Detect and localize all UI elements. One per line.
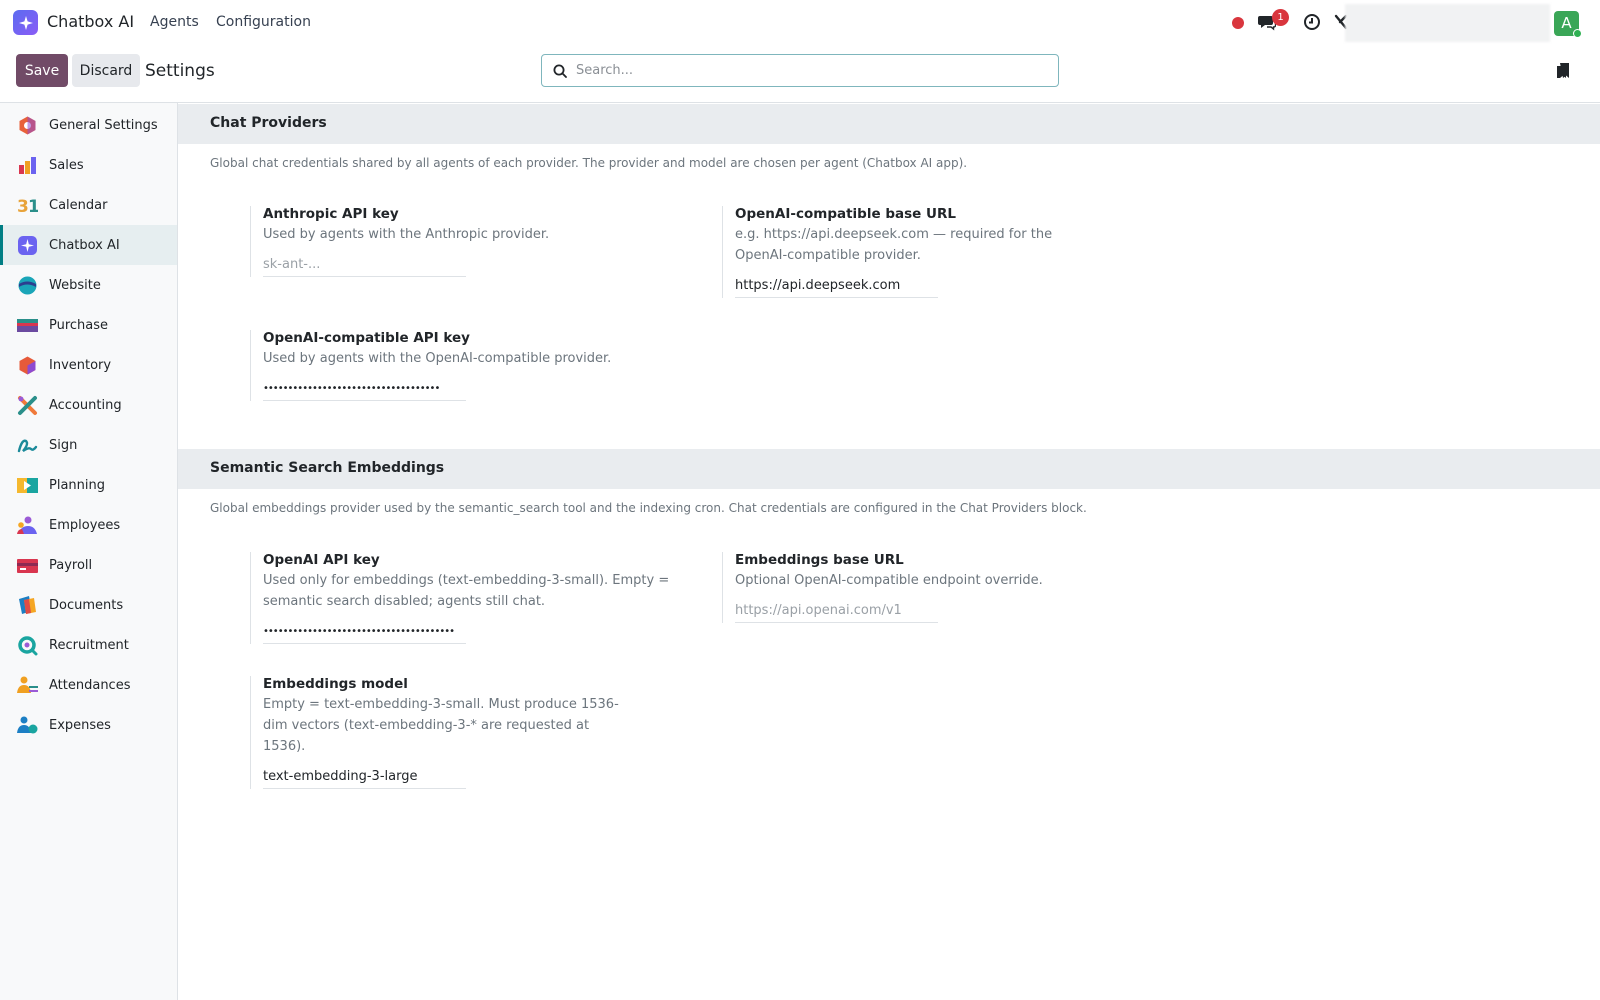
activity-clock-icon[interactable] [1303,13,1321,35]
settings-main: Chat Providers Global chat credentials s… [178,103,1600,1000]
setting-help: e.g. https://api.deepseek.com — required… [735,227,1053,263]
setting-help: Optional OpenAI-compatible endpoint over… [735,573,1043,588]
chatbox-ai-icon [18,235,37,255]
save-button[interactable]: Save [16,54,68,87]
messages-badge: 1 [1272,9,1289,26]
menu-configuration[interactable]: Configuration [216,14,311,30]
setting-label: OpenAI-compatible API key [263,330,470,346]
general-settings-icon [19,116,36,134]
online-status-dot [1573,29,1582,38]
settings-search[interactable] [541,54,1059,87]
section-header-embeddings: Semantic Search Embeddings [178,449,1600,489]
sidebar-item-label: Planning [49,477,105,493]
section-header-chat-providers: Chat Providers [178,104,1600,144]
menu-agents[interactable]: Agents [150,14,199,30]
sidebar-item-sales[interactable]: Sales [0,145,177,185]
sidebar-item-website[interactable]: Website [0,265,177,305]
sidebar-item-label: Attendances [49,677,131,693]
sales-icon [19,156,36,174]
recording-indicator-icon[interactable] [1232,17,1244,29]
setting-embeddings-model: Embeddings model Empty = text-embedding-… [250,676,690,789]
openai-compatible-api-key-input[interactable] [263,377,466,401]
setting-help: Used by agents with the Anthropic provid… [263,227,550,242]
search-icon [553,64,567,78]
setting-embeddings-base-url: Embeddings base URL Optional OpenAI-comp… [722,552,1122,623]
payroll-icon [17,558,38,573]
sidebar-item-label: Purchase [49,317,109,333]
openai-api-key-input[interactable] [263,620,466,644]
top-navbar: Chatbox AI Agents Configuration 1 A [0,0,1600,46]
sidebar-item-sign[interactable]: Sign [0,425,177,465]
chatbox-ai-logo-icon[interactable] [13,10,38,35]
setting-help: Used only for embeddings (text-embedding… [263,573,670,609]
openai-base-url-input[interactable] [735,274,938,298]
setting-label: Embeddings model [263,676,408,692]
setting-help: Used by agents with the OpenAI-compatibl… [263,351,612,366]
sidebar-item-calendar[interactable]: 31 Calendar [0,185,177,225]
purchase-icon [17,318,38,332]
sidebar-item-planning[interactable]: Planning [0,465,177,505]
discard-button[interactable]: Discard [72,54,140,87]
embeddings-base-url-input[interactable] [735,599,938,623]
sidebar-item-chatbox-ai[interactable]: Chatbox AI [0,225,177,265]
section-description: Global embeddings provider used by the s… [210,501,1087,515]
section-description: Global chat credentials shared by all ag… [210,156,968,170]
sidebar-item-label: General Settings [49,117,158,133]
calendar-icon: 31 [17,197,38,216]
svg-text:1: 1 [28,197,38,216]
planning-icon [17,477,38,493]
sidebar-item-label: Payroll [49,557,93,573]
sidebar-item-label: Expenses [49,717,111,733]
section-title: Chat Providers [210,115,327,131]
user-menu-redacted[interactable] [1345,4,1550,42]
sidebar-item-documents[interactable]: Documents [0,585,177,625]
setting-anthropic-api-key: Anthropic API key Used by agents with th… [250,206,690,277]
setting-openai-compatible-api-key: OpenAI-compatible API key Used by agents… [250,330,690,401]
setting-label: Embeddings base URL [735,552,904,568]
website-icon [18,276,37,294]
sidebar-item-recruitment[interactable]: Recruitment [0,625,177,665]
expenses-icon [17,716,38,733]
setting-label: OpenAI API key [263,552,380,568]
anthropic-api-key-input[interactable] [263,253,466,277]
section-title: Semantic Search Embeddings [210,460,445,476]
sidebar-item-label: Documents [49,597,124,613]
app-name[interactable]: Chatbox AI [47,12,134,31]
sidebar-item-expenses[interactable]: Expenses [0,705,177,745]
sidebar-item-label: Sales [49,157,84,173]
sidebar-item-label: Accounting [49,397,122,413]
sidebar-item-accounting[interactable]: Accounting [0,385,177,425]
setting-label: OpenAI-compatible base URL [735,206,956,222]
recruitment-icon [18,635,38,655]
setting-help: Empty = text-embedding-3-small. Must pro… [263,697,619,754]
setting-label: Anthropic API key [263,206,399,222]
inventory-icon [19,356,36,374]
sidebar-item-label: Employees [49,517,121,533]
sidebar-item-label: Inventory [49,357,112,373]
sidebar-item-attendances[interactable]: Attendances [0,665,177,705]
accounting-icon [18,395,37,415]
sidebar-item-label: Chatbox AI [49,237,120,253]
sidebar-item-payroll[interactable]: Payroll [0,545,177,585]
sidebar-item-label: Recruitment [49,637,129,653]
setting-openai-api-key: OpenAI API key Used only for embeddings … [250,552,690,644]
settings-sidebar: General Settings Sales 31 Calendar Chatb… [0,103,178,1000]
employees-icon [17,516,37,534]
setting-openai-base-url: OpenAI-compatible base URL e.g. https://… [722,206,1122,298]
sidebar-item-inventory[interactable]: Inventory [0,345,177,385]
bookmark-icon[interactable] [1556,62,1570,83]
page-title: Settings [145,61,215,81]
sidebar-item-employees[interactable]: Employees [0,505,177,545]
documents-icon [19,595,36,614]
search-input[interactable] [576,63,1036,78]
sidebar-item-purchase[interactable]: Purchase [0,305,177,345]
sign-icon [17,439,38,452]
sidebar-item-label: Calendar [49,197,108,213]
sidebar-item-label: Website [49,277,101,293]
attendances-icon [17,676,38,693]
sidebar-item-label: Sign [49,437,78,453]
embeddings-model-input[interactable] [263,765,466,789]
sidebar-item-general-settings[interactable]: General Settings [0,105,177,145]
